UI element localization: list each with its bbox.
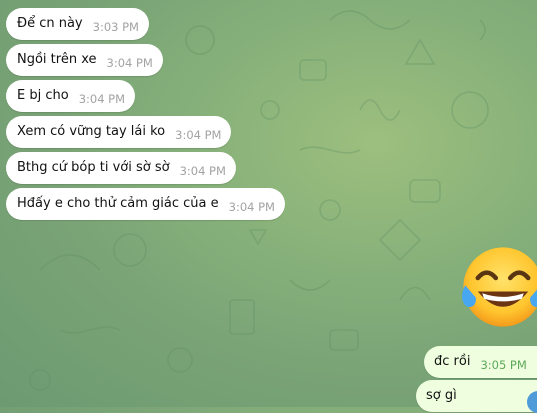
incoming-message[interactable]: Để cn này 3:03 PM xyxy=(6,8,149,40)
message-text: Xem có vững tay lái ko xyxy=(17,124,166,139)
message-text: Để cn này xyxy=(17,16,83,31)
incoming-message[interactable]: Xem có vững tay lái ko 3:04 PM xyxy=(6,116,232,148)
incoming-message[interactable]: E bj cho 3:04 PM xyxy=(6,80,136,112)
incoming-message[interactable]: Bthg cứ bóp ti với sờ sờ 3:04 PM xyxy=(6,152,236,184)
outgoing-message[interactable]: sợ gì xyxy=(416,380,537,412)
outgoing-message[interactable]: đc rồi 3:05 PM xyxy=(424,346,537,378)
tears-of-joy-emoji-icon[interactable] xyxy=(458,242,537,332)
message-text: Ngồi trên xe xyxy=(17,52,97,67)
message-text: E bj cho xyxy=(17,88,69,103)
message-time: 3:04 PM xyxy=(179,164,226,178)
message-time: 3:04 PM xyxy=(228,200,275,214)
message-time: 3:04 PM xyxy=(106,56,153,70)
message-text: Bthg cứ bóp ti với sờ sờ xyxy=(17,160,170,175)
message-time: 3:03 PM xyxy=(92,20,139,34)
message-time: 3:05 PM xyxy=(480,358,527,372)
message-text: sợ gì xyxy=(426,388,457,403)
incoming-message[interactable]: Hđấy e cho thử cảm giác của e 3:04 PM xyxy=(6,188,285,220)
message-text: đc rồi xyxy=(434,354,471,369)
incoming-message[interactable]: Ngồi trên xe 3:04 PM xyxy=(6,44,163,76)
message-text: Hđấy e cho thử cảm giác của e xyxy=(17,196,219,211)
message-time: 3:04 PM xyxy=(175,128,222,142)
message-time: 3:04 PM xyxy=(78,92,126,106)
